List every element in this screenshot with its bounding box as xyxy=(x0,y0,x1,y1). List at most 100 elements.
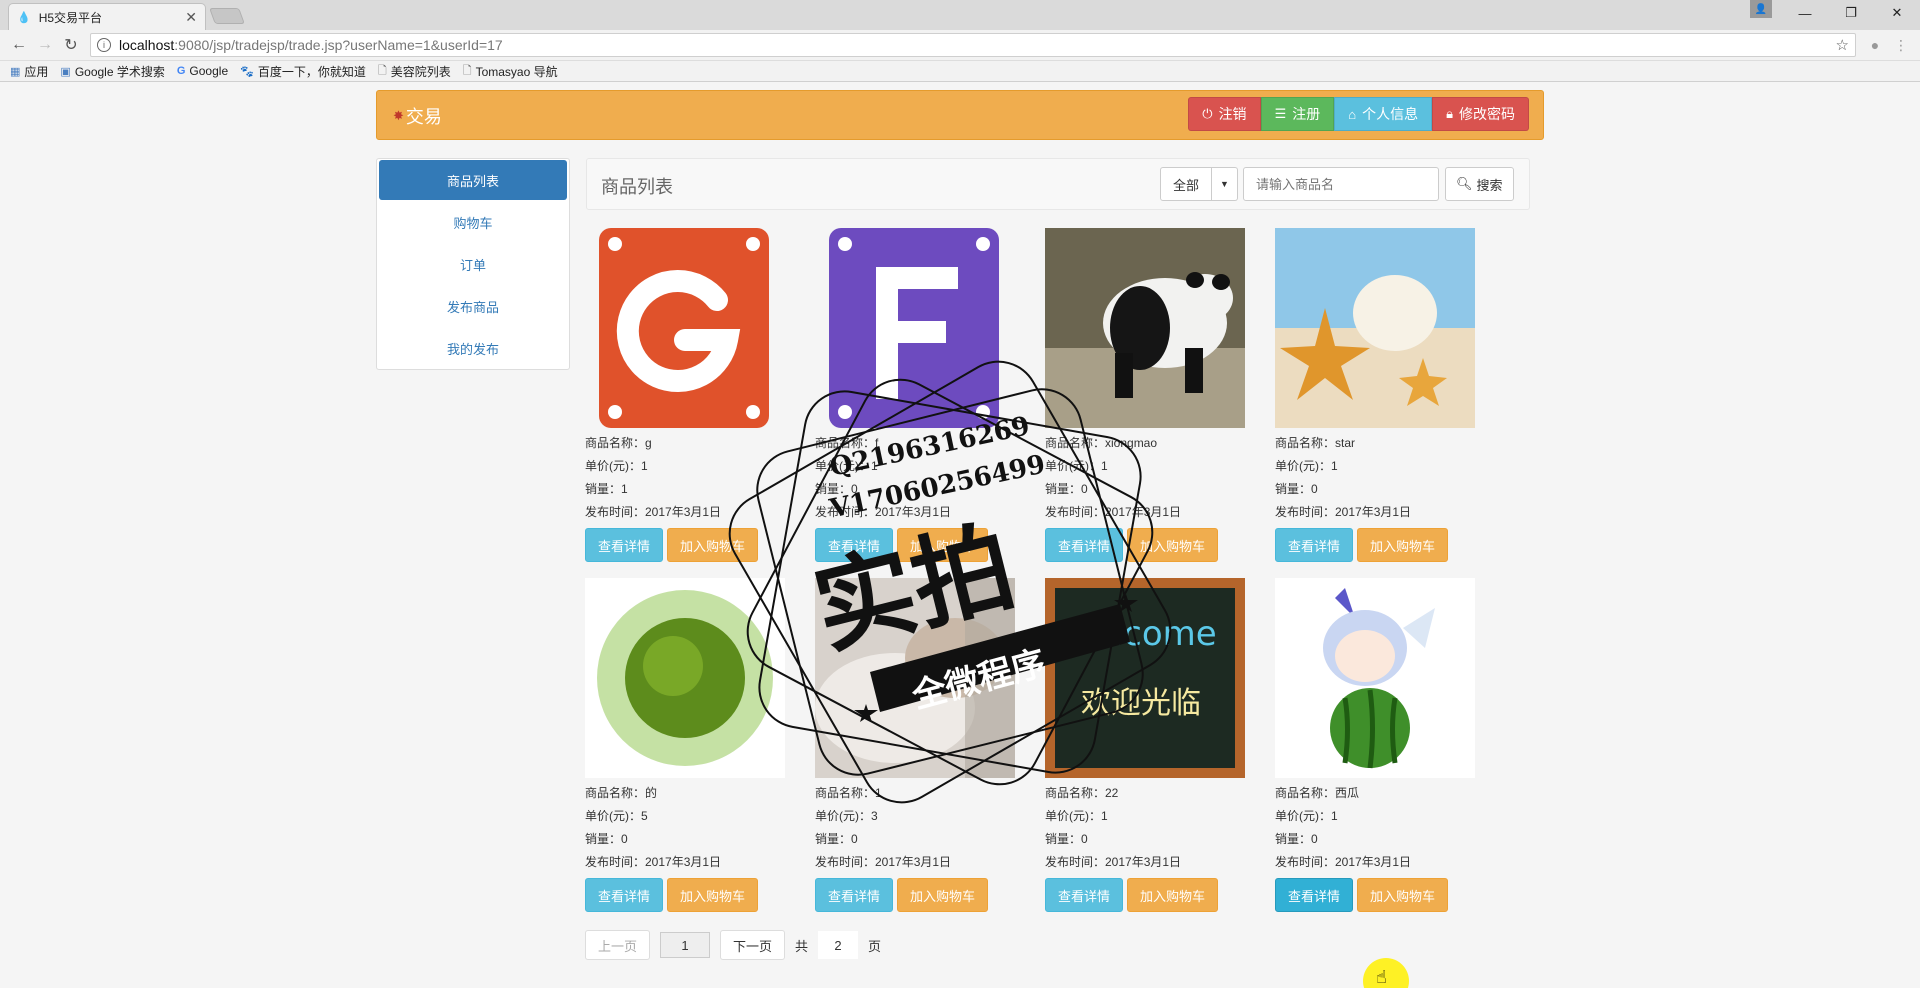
product-image-watermelon[interactable] xyxy=(1275,578,1475,778)
product-name: 商品名称：22 xyxy=(1045,786,1119,800)
sidebar-item-my-posts[interactable]: 我的发布 xyxy=(377,327,569,369)
category-select-value[interactable]: 全部 xyxy=(1160,167,1213,201)
product-actions: 查看详情 加入购物车 xyxy=(815,528,1015,562)
page-title: 商品列表 xyxy=(601,177,673,197)
address-bar: ← → ↻ i localhost:9080/jsp/tradejsp/trad… xyxy=(0,30,1920,61)
product-card: 商品名称：f 单价(元)：1 销量：0 发布时间：2017年3月1日 查看详情 … xyxy=(815,228,1015,562)
google-icon: G xyxy=(176,65,186,77)
product-price: 单价(元)：1 xyxy=(1045,459,1108,473)
brand[interactable]: ✸ 交易 xyxy=(393,103,442,129)
add-to-cart-button[interactable]: 加入购物车 xyxy=(1127,878,1219,912)
product-image-starfish[interactable] xyxy=(1275,228,1475,428)
product-card: 商品名称：西瓜 单价(元)：1 销量：0 发布时间：2017年3月1日 查看详情… xyxy=(1275,578,1475,912)
product-image-panda[interactable] xyxy=(1045,228,1245,428)
view-detail-button[interactable]: 查看详情 xyxy=(1045,528,1124,562)
add-to-cart-button[interactable]: 加入购物车 xyxy=(667,878,759,912)
total-suffix: 页 xyxy=(868,938,882,954)
bookmark-label: Google xyxy=(189,64,229,78)
profile-button[interactable]: ⌂ 个人信息 xyxy=(1334,97,1433,131)
product-sales: 销量：0 xyxy=(815,832,858,846)
main-header: 商品列表 全部 ▼ 🔍︎搜索 xyxy=(586,158,1530,210)
add-to-cart-button[interactable]: 加入购物车 xyxy=(897,878,989,912)
product-date: 发布时间：2017年3月1日 xyxy=(1045,855,1182,869)
product-info: 商品名称：star 单价(元)：1 销量：0 发布时间：2017年3月1日 xyxy=(1275,432,1475,524)
bookmark-salon[interactable]: 🗋 美容院列表 xyxy=(378,62,451,81)
product-date: 发布时间：2017年3月1日 xyxy=(585,505,722,519)
bookmark-apps[interactable]: ▦ 应用 xyxy=(10,63,48,80)
register-button[interactable]: ☰ 注册 xyxy=(1260,97,1335,131)
bookmark-label: 百度一下，你就知道 xyxy=(257,64,366,79)
url-input[interactable]: i localhost:9080/jsp/tradejsp/trade.jsp?… xyxy=(90,33,1856,57)
prev-page-button[interactable]: 上一页 xyxy=(585,930,651,960)
close-tab-icon[interactable]: ✕ xyxy=(185,9,197,26)
site-info-icon[interactable]: i xyxy=(97,38,111,52)
product-image-f[interactable] xyxy=(815,228,1015,428)
scholar-icon: ▣ xyxy=(60,65,71,78)
view-detail-button[interactable]: 查看详情 xyxy=(1275,878,1354,912)
user-profile-icon[interactable]: 👤 xyxy=(1750,0,1772,18)
product-date: 发布时间：2017年3月1日 xyxy=(815,855,952,869)
search-input[interactable] xyxy=(1243,167,1439,201)
add-to-cart-button[interactable]: 加入购物车 xyxy=(1357,528,1449,562)
apps-grid-icon: ▦ xyxy=(10,65,21,78)
forward-icon[interactable]: → xyxy=(32,32,58,58)
product-card: 商品名称：g 单价(元)：1 销量：1 发布时间：2017年3月1日 查看详情 … xyxy=(585,228,785,562)
lock-icon: 🔒︎ xyxy=(1446,106,1453,121)
view-detail-button[interactable]: 查看详情 xyxy=(1275,528,1354,562)
product-image-chalkboard[interactable]: welcome 欢迎光临 xyxy=(1045,578,1245,778)
sidebar-item-cart[interactable]: 购物车 xyxy=(377,201,569,243)
search-button[interactable]: 🔍︎ 搜索 xyxy=(1445,167,1514,201)
sidebar-item-products[interactable]: 商品列表 xyxy=(379,160,567,200)
new-tab-button[interactable] xyxy=(209,8,245,24)
product-image-tree-ball[interactable] xyxy=(585,578,785,778)
add-to-cart-button[interactable]: 加入购物车 xyxy=(897,528,989,562)
list-icon: ☰ xyxy=(1274,106,1287,121)
product-sales: 销量：0 xyxy=(585,832,628,846)
close-window-icon[interactable]: ✕ xyxy=(1874,0,1920,26)
window-controls: 👤 — ❐ ✕ xyxy=(1750,0,1920,26)
bookmark-scholar[interactable]: ▣ Google 学术搜索 xyxy=(60,63,164,80)
product-price: 单价(元)：3 xyxy=(815,809,878,823)
browser-tab[interactable]: 💧 H5交易平台 ✕ xyxy=(8,3,206,30)
view-detail-button[interactable]: 查看详情 xyxy=(815,528,894,562)
product-sales: 销量：0 xyxy=(1045,832,1088,846)
logout-label: 注销 xyxy=(1218,106,1247,122)
restore-icon[interactable]: ❐ xyxy=(1828,0,1874,26)
logout-button[interactable]: ⏻ 注销 xyxy=(1188,97,1261,131)
next-page-button[interactable]: 下一页 xyxy=(720,930,786,960)
bookmark-label: Google 学术搜索 xyxy=(74,64,165,79)
search-icon: 🔍︎ xyxy=(1456,176,1473,191)
change-password-button[interactable]: 🔒︎ 修改密码 xyxy=(1432,97,1529,131)
brand-logo-icon: ✸ xyxy=(393,108,404,123)
hand-cursor-icon: ☝ xyxy=(1376,967,1387,987)
bookmark-star-icon[interactable]: ☆ xyxy=(1836,36,1849,54)
register-label: 注册 xyxy=(1292,106,1321,122)
bookmark-tomasyao[interactable]: 🗋 Tomasyao 导航 xyxy=(463,62,558,81)
profile-label: 个人信息 xyxy=(1362,106,1419,122)
product-image-g[interactable] xyxy=(585,228,785,428)
view-detail-button[interactable]: 查看详情 xyxy=(815,878,894,912)
product-name: 商品名称：g xyxy=(585,436,652,450)
add-to-cart-button[interactable]: 加入购物车 xyxy=(667,528,759,562)
view-detail-button[interactable]: 查看详情 xyxy=(585,528,664,562)
add-to-cart-button[interactable]: 加入购物车 xyxy=(1127,528,1219,562)
reload-icon[interactable]: ↻ xyxy=(58,32,84,58)
add-to-cart-button[interactable]: 加入购物车 xyxy=(1357,878,1449,912)
product-date: 发布时间：2017年3月1日 xyxy=(1045,505,1182,519)
minimize-icon[interactable]: — xyxy=(1782,0,1828,26)
back-icon[interactable]: ← xyxy=(6,32,32,58)
view-detail-button[interactable]: 查看详情 xyxy=(585,878,664,912)
product-image-sleeping[interactable] xyxy=(815,578,1015,778)
view-detail-button[interactable]: 查看详情 xyxy=(1045,878,1124,912)
caret-down-icon[interactable]: ▼ xyxy=(1212,167,1238,201)
bookmark-baidu[interactable]: 🐾 百度一下，你就知道 xyxy=(240,63,366,80)
sidebar-item-orders[interactable]: 订单 xyxy=(377,243,569,285)
bookmark-google[interactable]: G Google xyxy=(177,64,228,78)
home-icon: ⌂ xyxy=(1348,106,1357,122)
product-card: 商品名称：的 单价(元)：5 销量：0 发布时间：2017年3月1日 查看详情 … xyxy=(585,578,785,912)
extension-icon[interactable]: ● xyxy=(1862,32,1888,58)
product-actions: 查看详情 加入购物车 xyxy=(1275,528,1475,562)
menu-icon[interactable]: ⋮ xyxy=(1888,32,1914,58)
sidebar-item-publish[interactable]: 发布商品 xyxy=(377,285,569,327)
category-select[interactable]: 全部 ▼ xyxy=(1160,167,1238,201)
